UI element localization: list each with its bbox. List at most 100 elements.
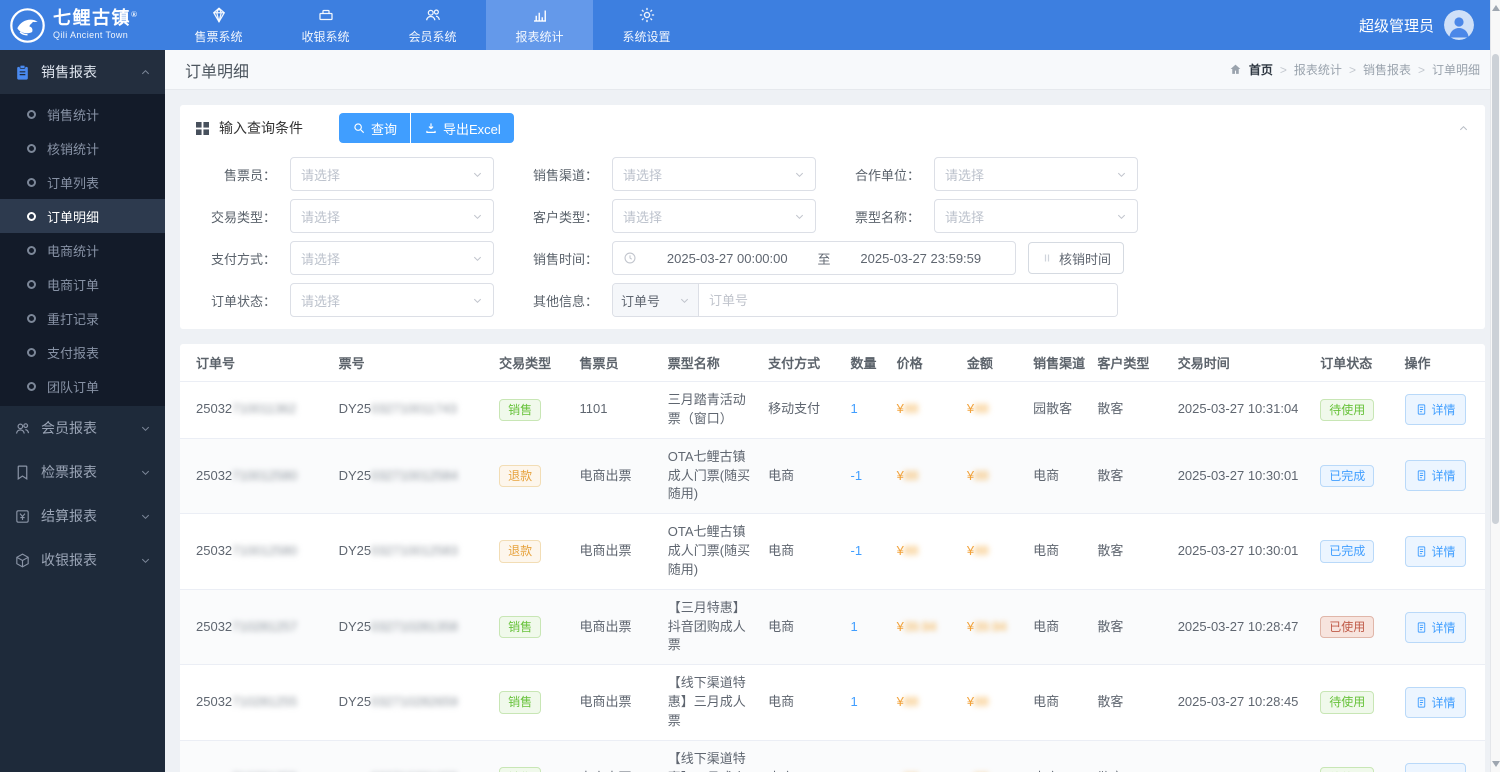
query-panel: 输入查询条件 查询 导出Excel 售票员 ： 请选择 销售渠道 ： 请选择 合… xyxy=(180,105,1485,329)
trade-time-cell: 2025-03-27 10:28:45 xyxy=(1169,740,1313,772)
amount-cell: ¥88 xyxy=(958,381,1026,439)
trade-type-select[interactable]: 请选择 xyxy=(290,199,494,233)
pay-method-cell: 电商 xyxy=(760,438,843,515)
chevron-down-icon xyxy=(472,169,483,180)
detail-button-label: 详情 xyxy=(1431,403,1456,418)
seller-cell: 电商出票 xyxy=(571,589,660,666)
field-label-sales-channel: 销售渠道 xyxy=(518,165,598,184)
nav-item-报表统计[interactable]: 报表统计 xyxy=(486,0,593,50)
order-no-cell: 25032710012580 xyxy=(180,513,331,590)
nav-item-收银系统[interactable]: 收银系统 xyxy=(272,0,379,50)
sidebar-group-收银报表[interactable]: 收银报表 xyxy=(0,538,165,582)
sidebar-item-核销统计[interactable]: 核销统计 xyxy=(0,131,165,165)
ticket-no-cell-prefix: DY25 xyxy=(338,618,372,634)
ticket-seller-select[interactable]: 请选择 xyxy=(290,157,494,191)
sidebar-item-支付报表[interactable]: 支付报表 xyxy=(0,335,165,369)
sidebar-group-销售报表[interactable]: 销售报表 xyxy=(0,50,165,94)
order-no-cell-masked: 710281257 xyxy=(232,618,298,634)
pay-method-select[interactable]: 请选择 xyxy=(290,241,494,275)
nav-item-会员系统[interactable]: 会员系统 xyxy=(379,0,486,50)
qty-cell: 1 xyxy=(842,589,889,666)
sidebar-item-label: 销售统计 xyxy=(47,107,100,123)
export-excel-button[interactable]: 导出Excel xyxy=(411,113,514,143)
verify-time-button[interactable]: 核销时间 xyxy=(1028,242,1125,274)
amount-cell-masked: 88 xyxy=(974,401,989,417)
sidebar-group-会员报表[interactable]: 会员报表 xyxy=(0,406,165,450)
detail-button[interactable]: 详情 xyxy=(1404,611,1466,643)
sidebar-item-销售统计[interactable]: 销售统计 xyxy=(0,97,165,131)
sidebar-item-团队订单[interactable]: 团队订单 xyxy=(0,369,165,403)
sale-time-start[interactable]: 2025-03-27 00:00:00 xyxy=(643,251,812,266)
column-header: 交易类型 xyxy=(491,344,572,382)
chevron-down-icon xyxy=(140,467,151,478)
seller-cell: 电商出票 xyxy=(571,664,660,741)
detail-button[interactable]: 详情 xyxy=(1404,394,1466,426)
column-header: 售票员 xyxy=(571,344,660,382)
breadcrumb-item[interactable]: 报表统计 xyxy=(1294,61,1342,78)
customer-type-cell: 散客 xyxy=(1089,381,1170,439)
detail-button[interactable]: 详情 xyxy=(1404,460,1466,492)
amount-cell: ¥39.94 xyxy=(958,589,1026,666)
page-header: 订单明细 首页 > 报表统计 > 销售报表 > 订单明细 xyxy=(165,50,1500,90)
partner-select[interactable]: 请选择 xyxy=(934,157,1138,191)
scroll-down-arrow[interactable] xyxy=(1492,761,1500,767)
scroll-up-arrow[interactable] xyxy=(1492,5,1500,11)
order-status-select[interactable]: 请选择 xyxy=(290,283,494,317)
detail-button[interactable]: 详情 xyxy=(1404,762,1466,772)
order-no-input[interactable] xyxy=(699,284,1117,316)
action-cell: 详情 xyxy=(1396,664,1485,741)
amount-cell-masked: 39.94 xyxy=(974,618,1007,634)
table-header-row: 订单号 票号 交易类型 售票员 票型名称 支付方式 数量 价格 金额 销售渠道 客户类型 交易时间 订单… xyxy=(180,344,1485,382)
sidebar-group-结算报表[interactable]: 结算报表 xyxy=(0,494,165,538)
sidebar-item-订单列表[interactable]: 订单列表 xyxy=(0,165,165,199)
table-row: 25032710012580 DY25032710012584 退款 电商出票 OTA七… xyxy=(180,438,1485,515)
collapse-panel-icon[interactable] xyxy=(1458,123,1469,134)
breadcrumb-item[interactable]: 首页 xyxy=(1249,61,1273,78)
ticket-name-cell: OTA七鲤古镇成人门票(随买随用) xyxy=(659,438,761,515)
select-placeholder: 请选择 xyxy=(301,209,341,225)
field-label-ticket-name: 票型名称 xyxy=(840,207,920,226)
breadcrumb-item[interactable]: 销售报表 xyxy=(1363,61,1411,78)
sales-channel-select[interactable]: 请选择 xyxy=(612,157,816,191)
ticket-name-select[interactable]: 请选择 xyxy=(934,199,1138,233)
sidebar-group-检票报表[interactable]: 检票报表 xyxy=(0,450,165,494)
pay-method-cell: 电商 xyxy=(760,740,843,772)
order-no-cell-prefix: 25032 xyxy=(196,401,233,417)
qty-value: 1 xyxy=(850,401,858,417)
sale-time-range-picker[interactable]: 2025-03-27 00:00:00 至 2025-03-27 23:59:5… xyxy=(612,241,1016,275)
search-button[interactable]: 查询 xyxy=(339,113,411,143)
customer-type-select[interactable]: 请选择 xyxy=(612,199,816,233)
verify-time-label: 核销时间 xyxy=(1059,251,1112,267)
currency-symbol: ¥ xyxy=(896,694,904,710)
nav-item-label: 系统设置 xyxy=(622,29,671,44)
detail-button[interactable]: 详情 xyxy=(1404,535,1466,567)
sidebar-item-重打记录[interactable]: 重打记录 xyxy=(0,301,165,335)
sidebar-item-电商统计[interactable]: 电商统计 xyxy=(0,233,165,267)
ticket-no-cell-masked: 032710011743 xyxy=(371,401,457,417)
page-title: 订单明细 xyxy=(185,63,250,81)
settlement-icon xyxy=(14,508,31,525)
order-status-cell: 已完成 xyxy=(1312,513,1397,590)
sidebar-item-订单明细[interactable]: 订单明细 xyxy=(0,199,165,233)
bullet-icon xyxy=(27,313,36,323)
sale-time-end[interactable]: 2025-03-27 23:59:59 xyxy=(837,251,1006,266)
nav-item-系统设置[interactable]: 系统设置 xyxy=(593,0,700,50)
column-header: 票型名称 xyxy=(659,344,761,382)
avatar[interactable] xyxy=(1444,10,1474,40)
column-header: 支付方式 xyxy=(760,344,843,382)
topnav: 七鲤古镇® Qili Ancient Town 售票系统 收银系统 会员系统 报表统计… xyxy=(0,0,1500,50)
chevron-down-icon xyxy=(140,423,151,434)
nav-item-售票系统[interactable]: 售票系统 xyxy=(165,0,272,50)
cashbox-icon xyxy=(14,552,31,569)
sidebar-item-label: 电商统计 xyxy=(47,243,100,259)
scrollbar[interactable] xyxy=(1490,0,1500,772)
sidebar-item-电商订单[interactable]: 电商订单 xyxy=(0,267,165,301)
detail-button[interactable]: 详情 xyxy=(1404,687,1466,719)
table-row: 25032710281255DY25032710281655 销售 电商出票【线下渠… xyxy=(180,740,1485,772)
trade-type-cell: 销售 xyxy=(491,740,572,772)
scrollbar-thumb[interactable] xyxy=(1492,54,1499,524)
order-no-cell: 25032710281255 xyxy=(180,664,331,741)
trade-time-cell: 2025-03-27 10:30:01 xyxy=(1169,438,1313,515)
export-button-label: 导出Excel xyxy=(443,121,501,137)
other-info-type-select[interactable]: 订单号 xyxy=(613,284,699,316)
